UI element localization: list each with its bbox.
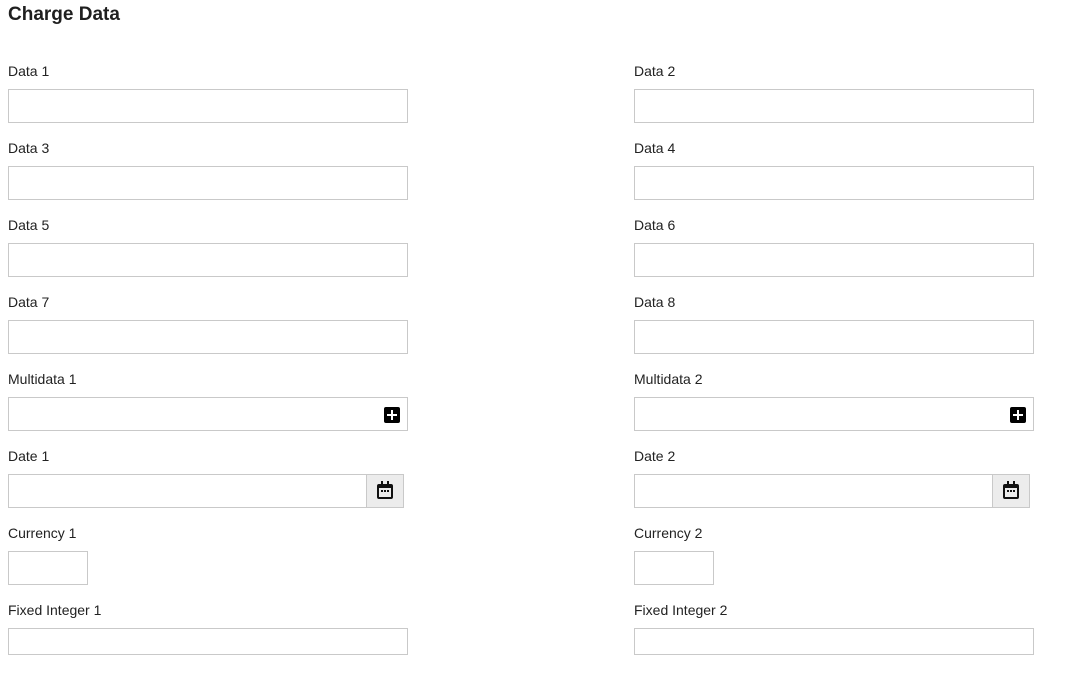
currency-1-field: Currency 1: [8, 524, 408, 585]
data-5-input[interactable]: [8, 243, 408, 277]
data-2-field: Data 2: [634, 62, 1034, 123]
currency-2-field: Currency 2: [634, 524, 1034, 585]
multidata-2-label: Multidata 2: [634, 371, 703, 387]
data-4-input[interactable]: [634, 166, 1034, 200]
date-2-label: Date 2: [634, 448, 676, 464]
multidata-1-field: Multidata 1: [8, 370, 408, 431]
data-7-input[interactable]: [8, 320, 408, 354]
data-7-label: Data 7: [8, 294, 50, 310]
currency-2-label: Currency 2: [634, 525, 703, 541]
data-8-input[interactable]: [634, 320, 1034, 354]
fixed-integer-1-field: Fixed Integer 1: [8, 601, 408, 655]
date-2-calendar-button[interactable]: [992, 474, 1030, 508]
data-3-label: Data 3: [8, 140, 50, 156]
fixed-integer-1-label: Fixed Integer 1: [8, 602, 102, 618]
data-6-label: Data 6: [634, 217, 676, 233]
data-8-label: Data 8: [634, 294, 676, 310]
multidata-2-field: Multidata 2: [634, 370, 1034, 431]
data-1-input[interactable]: [8, 89, 408, 123]
multidata-1-label: Multidata 1: [8, 371, 77, 387]
data-3-input[interactable]: [8, 166, 408, 200]
multidata-1-input[interactable]: [8, 397, 408, 431]
data-6-input[interactable]: [634, 243, 1034, 277]
calendar-icon: [1003, 481, 1019, 499]
data-2-label: Data 2: [634, 63, 676, 79]
date-1-field: Date 1: [8, 447, 408, 508]
data-4-field: Data 4: [634, 139, 1034, 200]
data-2-input[interactable]: [634, 89, 1034, 123]
date-1-label: Date 1: [8, 448, 50, 464]
calendar-icon: [377, 481, 393, 499]
data-7-field: Data 7: [8, 293, 408, 354]
data-4-label: Data 4: [634, 140, 676, 156]
currency-2-input[interactable]: [634, 551, 714, 585]
currency-1-label: Currency 1: [8, 525, 77, 541]
fixed-integer-2-field: Fixed Integer 2: [634, 601, 1034, 655]
data-3-field: Data 3: [8, 139, 408, 200]
fixed-integer-1-input[interactable]: [8, 628, 408, 655]
date-1-calendar-button[interactable]: [366, 474, 404, 508]
data-6-field: Data 6: [634, 216, 1034, 277]
data-5-label: Data 5: [8, 217, 50, 233]
date-1-input[interactable]: [8, 474, 366, 508]
data-8-field: Data 8: [634, 293, 1034, 354]
multidata-2-input[interactable]: [634, 397, 1034, 431]
data-1-label: Data 1: [8, 63, 50, 79]
plus-square-icon[interactable]: [384, 407, 400, 423]
currency-1-input[interactable]: [8, 551, 88, 585]
data-5-field: Data 5: [8, 216, 408, 277]
plus-square-icon[interactable]: [1010, 407, 1026, 423]
fixed-integer-2-label: Fixed Integer 2: [634, 602, 728, 618]
fixed-integer-2-input[interactable]: [634, 628, 1034, 655]
page-title: Charge Data: [8, 4, 120, 25]
data-1-field: Data 1: [8, 62, 408, 123]
date-2-input[interactable]: [634, 474, 992, 508]
date-2-field: Date 2: [634, 447, 1034, 508]
